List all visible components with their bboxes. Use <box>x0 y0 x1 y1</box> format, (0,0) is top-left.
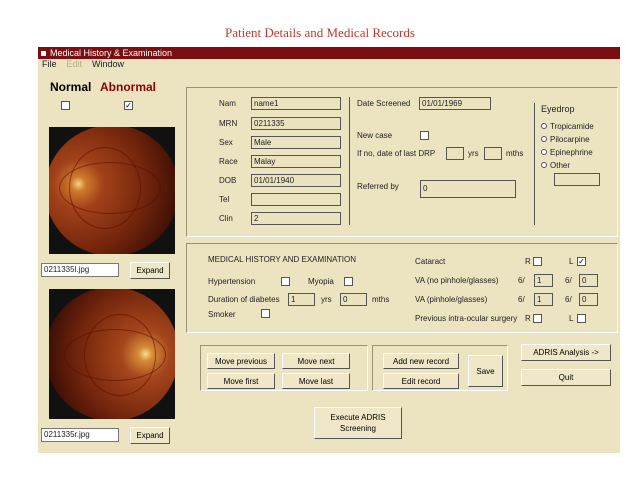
mrn-field[interactable]: 0211335 <box>251 117 341 130</box>
clin-field[interactable]: 2 <box>251 212 341 225</box>
surgery-r-checkbox[interactable] <box>533 314 542 323</box>
surgery-r-label: R <box>525 314 531 323</box>
normal-checkbox[interactable] <box>61 101 70 110</box>
adris-analysis-button[interactable]: ADRIS Analysis -> <box>521 344 611 361</box>
right-expand-button[interactable]: Expand <box>130 427 170 444</box>
last-drp-yrs-label: yrs <box>468 149 479 158</box>
duration-mths-field[interactable]: 0 <box>340 293 367 306</box>
right-image-filename[interactable]: 0211335r.jpg <box>41 428 119 442</box>
va-nopinhole-label: VA (no pinhole/glasses) <box>415 276 499 285</box>
radio-tropicamide[interactable] <box>541 123 547 129</box>
radio-other[interactable] <box>541 162 547 168</box>
cataract-r-checkbox[interactable] <box>533 257 542 266</box>
name-label: Nam <box>219 99 236 108</box>
va-nopinhole-r-six: 6/ <box>518 276 525 285</box>
new-case-label: New case <box>357 131 393 140</box>
name-field[interactable]: name1 <box>251 97 341 110</box>
window-title: Medical History & Examination <box>50 48 173 58</box>
race-field[interactable]: Malay <box>251 155 341 168</box>
va-nopinhole-r-field[interactable]: 1 <box>534 274 553 287</box>
cataract-l-label: L <box>569 257 574 266</box>
referred-by-label: Referred by <box>357 182 399 191</box>
duration-mths-label: mths <box>372 295 390 304</box>
date-screened-label: Date Screened <box>357 99 411 108</box>
execute-screening-button[interactable]: Execute ADRIS Screening <box>314 407 402 439</box>
panel-divider <box>349 97 350 225</box>
va-pinhole-label: VA (pinhole/glasses) <box>415 295 488 304</box>
va-pinhole-r-field[interactable]: 1 <box>534 293 553 306</box>
clin-label: Clin <box>219 214 233 223</box>
quit-button[interactable]: Quit <box>521 369 611 386</box>
date-screened-field[interactable]: 01/01/1969 <box>419 97 491 110</box>
dob-label: DOB <box>219 176 237 185</box>
prev-surgery-label: Previous intra-ocular surgery <box>415 314 518 323</box>
left-expand-button[interactable]: Expand <box>130 262 170 279</box>
move-previous-button[interactable]: Move previous <box>207 353 275 369</box>
sex-field[interactable]: Male <box>251 136 341 149</box>
move-first-button[interactable]: Move first <box>207 373 275 389</box>
move-last-button[interactable]: Move last <box>282 373 350 389</box>
mrn-label: MRN <box>219 119 238 128</box>
save-button[interactable]: Save <box>468 355 503 387</box>
eyedrop-option-tropicamide: Tropicamide <box>550 122 594 131</box>
app-window: Medical History & Examination File Edit Wi… <box>38 47 620 453</box>
last-drp-yrs-field[interactable] <box>446 147 464 160</box>
va-nopinhole-l-six: 6/ <box>565 276 572 285</box>
dob-field[interactable]: 01/01/1940 <box>251 174 341 187</box>
va-nopinhole-l-field[interactable]: 0 <box>579 274 598 287</box>
normal-label: Normal <box>50 80 92 94</box>
left-image-filename[interactable]: 0211335l.jpg <box>41 263 119 277</box>
va-pinhole-l-field[interactable]: 0 <box>579 293 598 306</box>
eyedrop-title: Eyedrop <box>541 104 575 114</box>
right-eye-image <box>49 289 175 419</box>
smoker-label: Smoker <box>208 310 236 319</box>
abnormal-label: Abnormal <box>100 80 157 94</box>
edit-record-button[interactable]: Edit record <box>383 373 459 389</box>
tel-field[interactable] <box>251 193 341 206</box>
va-pinhole-r-six: 6/ <box>518 295 525 304</box>
hypertension-checkbox[interactable] <box>281 277 290 286</box>
left-eye-image <box>49 127 175 254</box>
smoker-checkbox[interactable] <box>261 309 270 318</box>
app-icon <box>41 51 46 57</box>
referred-by-field[interactable]: 0 <box>420 180 516 198</box>
tel-label: Tel <box>219 195 230 204</box>
eyedrop-option-pilocarpine: Pilocarpine <box>550 135 590 144</box>
sex-label: Sex <box>219 138 233 147</box>
last-drp-label: If no, date of last DRP <box>357 149 436 158</box>
va-pinhole-l-six: 6/ <box>565 295 572 304</box>
page-title: Patient Details and Medical Records <box>225 25 415 40</box>
surgery-l-label: L <box>569 314 574 323</box>
menu-edit[interactable]: Edit <box>67 59 83 69</box>
eyedrop-option-epinephrine: Epinephrine <box>550 148 593 157</box>
race-label: Race <box>219 157 238 166</box>
cataract-l-checkbox[interactable]: ✓ <box>577 257 586 266</box>
abnormal-checkbox[interactable]: ✓ <box>124 101 133 110</box>
new-case-checkbox[interactable] <box>420 131 429 140</box>
myopia-checkbox[interactable] <box>344 277 353 286</box>
eyedrop-option-other: Other <box>550 161 571 170</box>
title-bar: Medical History & Examination <box>38 47 620 59</box>
hypertension-label: Hypertension <box>208 277 256 286</box>
cataract-r-label: R <box>525 257 531 266</box>
menu-bar: File Edit Window <box>38 59 620 69</box>
radio-epinephrine[interactable] <box>541 149 547 155</box>
menu-window[interactable]: Window <box>92 59 124 69</box>
duration-label: Duration of diabetes <box>208 295 280 304</box>
last-drp-mths-label: mths <box>506 149 524 158</box>
radio-pilocarpine[interactable] <box>541 136 547 142</box>
duration-yrs-label: yrs <box>321 295 332 304</box>
move-next-button[interactable]: Move next <box>282 353 350 369</box>
eyedrop-other-field[interactable] <box>554 173 600 186</box>
surgery-l-checkbox[interactable] <box>577 314 586 323</box>
add-record-button[interactable]: Add new record <box>383 353 459 369</box>
cataract-label: Cataract <box>415 257 446 266</box>
last-drp-mths-field[interactable] <box>484 147 502 160</box>
duration-yrs-field[interactable]: 1 <box>288 293 315 306</box>
eyedrop-divider <box>534 103 535 225</box>
history-title: MEDICAL HISTORY AND EXAMINATION <box>208 255 357 264</box>
myopia-label: Myopia <box>308 277 334 286</box>
menu-file[interactable]: File <box>42 59 57 69</box>
